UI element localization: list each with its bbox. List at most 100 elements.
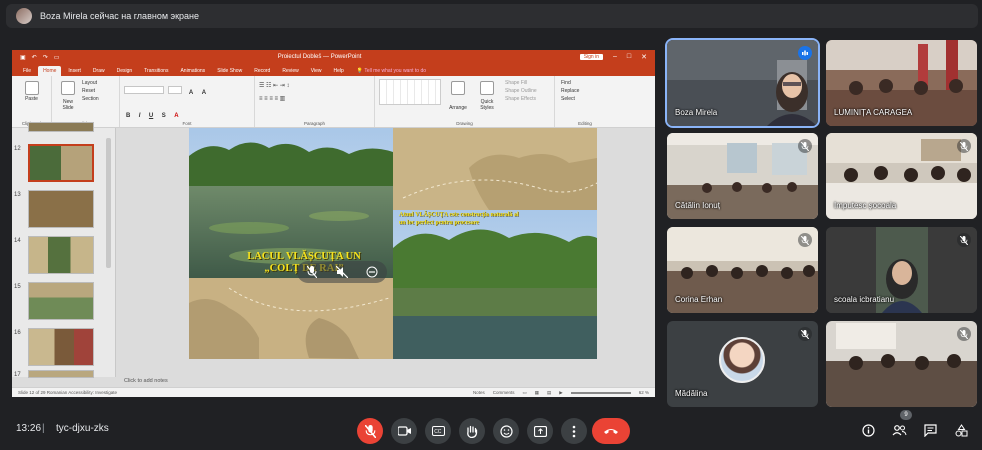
slide-thumbnail[interactable] xyxy=(28,282,94,320)
participant-tile[interactable] xyxy=(826,321,977,407)
undo-icon[interactable]: ↶ xyxy=(32,54,37,61)
participant-tile[interactable]: Mădălina xyxy=(667,321,818,407)
thumbnails-scrollbar[interactable] xyxy=(106,138,111,268)
paste-button[interactable]: Paste xyxy=(18,96,45,102)
mic-off-icon[interactable] xyxy=(305,265,319,279)
camera-icon xyxy=(397,426,411,436)
slide-thumbnail-row[interactable]: 14 xyxy=(12,236,116,276)
strikethrough-button[interactable]: S xyxy=(162,113,166,119)
close-icon[interactable]: ✕ xyxy=(641,53,647,61)
notes-toggle[interactable]: Notes xyxy=(473,390,485,395)
current-slide[interactable]: LACUL VLĂȘCUȚA UN „COLȚ DE RAI” Atuul VL… xyxy=(189,128,597,359)
section-button[interactable]: Section xyxy=(82,96,99,102)
save-icon[interactable]: ▣ xyxy=(20,54,26,61)
tab-transitions[interactable]: Transitions xyxy=(139,66,173,76)
zoom-level[interactable]: 62 % xyxy=(639,390,649,395)
new-slide-icon[interactable] xyxy=(61,81,75,95)
slide-thumbnail[interactable] xyxy=(28,236,94,274)
participant-tile[interactable]: Corina Erhan xyxy=(667,227,818,313)
find-button[interactable]: Find xyxy=(561,80,609,86)
participant-tile[interactable]: scoala icbratianu xyxy=(826,227,977,313)
captions-button[interactable]: CC xyxy=(425,418,451,444)
tab-insert[interactable]: Insert xyxy=(63,66,86,76)
chat-button[interactable] xyxy=(922,422,938,438)
tab-animations[interactable]: Animations xyxy=(175,66,210,76)
participant-tile[interactable]: Imputesc șocoala xyxy=(826,133,977,219)
maximize-icon[interactable]: □ xyxy=(627,53,631,61)
toggle-camera-button[interactable] xyxy=(391,418,417,444)
people-button[interactable] xyxy=(891,422,907,438)
tab-file[interactable]: File xyxy=(18,66,36,76)
meeting-control-bar: 13:26 | tyc-djxu-zks CC 9 xyxy=(0,410,982,450)
slide-thumbnail-row[interactable]: 17 xyxy=(12,370,116,378)
font-name-box[interactable] xyxy=(124,86,164,94)
arrange-button[interactable]: Arrange xyxy=(449,105,467,111)
view-normal-icon[interactable]: ▭ xyxy=(522,390,526,396)
redo-icon[interactable]: ↷ xyxy=(43,54,48,61)
activities-button[interactable] xyxy=(953,422,969,438)
notes-pane[interactable]: Click to add notes xyxy=(118,378,655,386)
tab-view[interactable]: View xyxy=(306,66,327,76)
toggle-mic-button[interactable] xyxy=(357,418,383,444)
slide-thumbnail[interactable] xyxy=(28,144,94,182)
italic-button[interactable]: I xyxy=(139,113,141,119)
new-slide-button[interactable]: New Slide xyxy=(58,99,78,111)
tab-slide-show[interactable]: Slide Show xyxy=(212,66,247,76)
paragraph-list-icons[interactable]: ☰ ☷ ⇤ ⇥ ↕ xyxy=(259,82,370,89)
slide-thumbnail-row[interactable]: 12 xyxy=(12,144,116,184)
leave-call-button[interactable] xyxy=(592,418,630,444)
reset-button[interactable]: Reset xyxy=(82,88,99,94)
paste-icon[interactable] xyxy=(24,81,39,95)
shape-outline-button[interactable]: Shape Outline xyxy=(505,88,537,94)
remove-icon[interactable] xyxy=(365,265,379,279)
paragraph-align-icons[interactable]: ≡ ≡ ≡ ≡ ▥ xyxy=(259,95,370,102)
participant-tile[interactable]: LUMINIȚA CARAGEA xyxy=(826,40,977,126)
present-screen-button[interactable] xyxy=(527,418,553,444)
zoom-slider[interactable] xyxy=(570,391,631,394)
select-button[interactable]: Select xyxy=(561,96,609,102)
shape-fill-button[interactable]: Shape Fill xyxy=(505,80,537,86)
bold-button[interactable]: B xyxy=(126,113,130,119)
tab-draw[interactable]: Draw xyxy=(88,66,110,76)
font-size-box[interactable] xyxy=(168,86,183,94)
tab-design[interactable]: Design xyxy=(112,66,138,76)
slide-thumbnail-row[interactable]: 13 xyxy=(12,190,116,230)
layout-button[interactable]: Layout xyxy=(82,80,99,86)
participant-tile[interactable]: Boza Mirela xyxy=(665,38,820,128)
arrange-icon[interactable] xyxy=(451,81,465,95)
comments-toggle[interactable]: Comments xyxy=(493,390,515,395)
view-slideshow-icon[interactable]: ▶ xyxy=(559,390,562,396)
more-options-button[interactable] xyxy=(561,418,587,444)
quick-styles-button[interactable]: Quick Styles xyxy=(477,99,497,111)
time-code-separator: | xyxy=(42,423,45,434)
tab-record[interactable]: Record xyxy=(249,66,275,76)
shapes-gallery[interactable] xyxy=(379,79,441,105)
meeting-info-button[interactable] xyxy=(860,422,876,438)
shape-effects-button[interactable]: Shape Effects xyxy=(505,96,537,102)
slide-thumbnail-partial[interactable] xyxy=(28,122,94,132)
slide-thumbnail-row[interactable]: 16 xyxy=(12,328,116,368)
slide-thumbnail[interactable] xyxy=(28,328,94,366)
slide-thumbnail[interactable] xyxy=(28,190,94,228)
raise-hand-button[interactable] xyxy=(459,418,485,444)
tab-home[interactable]: Home xyxy=(38,66,62,76)
tell-me-search[interactable]: 💡 Tell me what you want to do xyxy=(351,66,432,76)
slide-thumbnail-row[interactable]: 15 xyxy=(12,282,116,322)
shrink-font-icon[interactable]: A xyxy=(202,90,206,96)
replace-button[interactable]: Replace xyxy=(561,88,609,94)
sign-in-button[interactable]: Sign in xyxy=(579,54,603,60)
tab-help[interactable]: Help xyxy=(328,66,348,76)
grow-font-icon[interactable]: A xyxy=(189,90,193,96)
present-icon[interactable]: ▭ xyxy=(54,54,60,61)
slide-thumbnail[interactable] xyxy=(28,370,94,378)
view-reading-icon[interactable]: ▤ xyxy=(547,390,551,396)
minimize-icon[interactable]: – xyxy=(613,53,617,61)
reactions-button[interactable] xyxy=(493,418,519,444)
participant-tile[interactable]: Cătălin Ionuț xyxy=(667,133,818,219)
font-color-icon[interactable]: A xyxy=(174,113,178,119)
tab-review[interactable]: Review xyxy=(277,66,303,76)
volume-off-icon[interactable] xyxy=(335,265,349,279)
underline-button[interactable]: U xyxy=(149,113,153,119)
quick-styles-icon[interactable] xyxy=(480,81,494,95)
view-sorter-icon[interactable]: ▦ xyxy=(535,390,539,396)
